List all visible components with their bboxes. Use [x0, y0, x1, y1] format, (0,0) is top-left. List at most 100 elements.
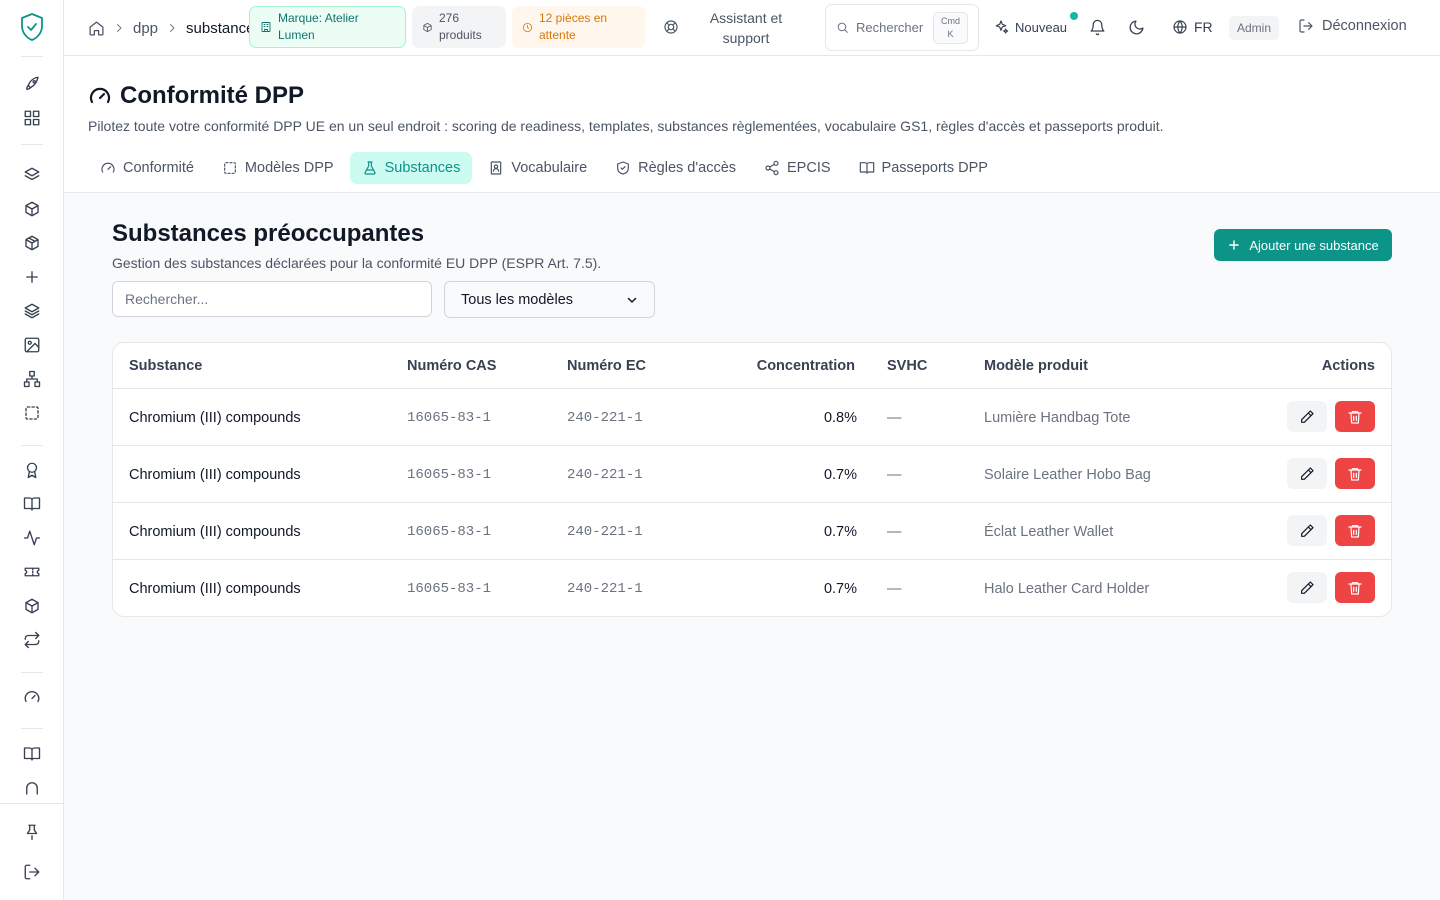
svhc-status: —	[887, 409, 902, 426]
substance-name: Chromium (III) compounds	[129, 466, 301, 483]
trash-icon	[1347, 523, 1363, 539]
activity-icon[interactable]	[22, 528, 42, 548]
tab-passeports-dpp[interactable]: Passeports DPP	[847, 152, 1000, 184]
layers-icon[interactable]	[22, 165, 42, 185]
edit-button[interactable]	[1287, 515, 1327, 546]
cas-number: 16065-83-1	[407, 466, 492, 483]
box-icon[interactable]	[22, 199, 42, 219]
cas-number: 16065-83-1	[407, 523, 492, 540]
pin-icon[interactable]	[22, 822, 42, 842]
image-icon[interactable]	[22, 335, 42, 355]
trash-icon	[1347, 409, 1363, 425]
breadcrumb-dpp[interactable]: dpp	[133, 20, 158, 37]
substances-table: Substance Numéro CAS Numéro EC Concentra…	[112, 342, 1392, 617]
repeat-icon[interactable]	[22, 630, 42, 650]
book-icon[interactable]	[22, 494, 42, 514]
table-row: Chromium (III) compounds 16065-83-1 240-…	[113, 502, 1391, 559]
ec-number: 240-221-1	[567, 580, 643, 597]
tab-epcis[interactable]: EPCIS	[752, 152, 843, 184]
new-indicator-dot	[1070, 12, 1078, 20]
stack-icon[interactable]	[22, 301, 42, 321]
edit-button[interactable]	[1287, 401, 1327, 432]
share-icon	[764, 160, 780, 176]
book-open-icon[interactable]	[22, 744, 42, 764]
page-subtitle: Pilotez toute votre conformité DPP UE en…	[88, 118, 1164, 134]
products-badge-label: 276 produits	[439, 11, 482, 42]
search-label: Rechercher	[856, 20, 924, 35]
ec-number: 240-221-1	[567, 409, 643, 426]
column-header-ec: Numéro EC	[567, 358, 646, 374]
global-search-button[interactable]: Rechercher Cmd K	[825, 4, 979, 51]
logout-icon	[1298, 18, 1314, 34]
tab-substances[interactable]: Substances	[349, 152, 473, 184]
rocket-icon[interactable]	[22, 74, 42, 94]
pencil-icon	[1299, 523, 1315, 539]
dashboard-icon[interactable]	[22, 108, 42, 128]
gauge-icon[interactable]	[22, 687, 42, 707]
svhc-status: —	[887, 580, 902, 597]
brand-badge[interactable]: Marque: Atelier Lumen	[249, 6, 406, 48]
logout-button[interactable]: Déconnexion	[1298, 18, 1407, 34]
model-filter-value: Tous les modèles	[461, 291, 574, 308]
cube-icon[interactable]	[22, 596, 42, 616]
delete-button[interactable]	[1335, 401, 1375, 432]
svhc-status: —	[887, 523, 902, 540]
substance-search-input[interactable]	[112, 281, 432, 317]
substance-name: Chromium (III) compounds	[129, 523, 301, 540]
delete-button[interactable]	[1335, 515, 1375, 546]
shortcut-hint: Cmd K	[933, 12, 968, 44]
dashed-square-icon	[222, 160, 238, 176]
products-badge[interactable]: 276 produits	[412, 6, 506, 48]
tab-vocabulaire[interactable]: Vocabulaire	[476, 152, 599, 184]
table-row: Chromium (III) compounds 16065-83-1 240-…	[113, 445, 1391, 502]
award-icon[interactable]	[22, 460, 42, 480]
breadcrumb: dpp substances	[88, 18, 262, 38]
tab-modeles-dpp[interactable]: Modèles DPP	[210, 152, 346, 184]
product-model: Halo Leather Card Holder	[984, 580, 1150, 597]
ec-number: 240-221-1	[567, 523, 643, 540]
column-header-svhc: SVHC	[887, 358, 928, 374]
edit-button[interactable]	[1287, 458, 1327, 489]
support-link[interactable]: Assistant et support	[694, 8, 798, 48]
chevron-right-icon	[113, 22, 125, 34]
concentration: 0.7%	[823, 523, 857, 540]
logout-icon[interactable]	[22, 862, 42, 882]
home-icon[interactable]	[88, 20, 105, 37]
tab-regles-acces[interactable]: Règles d'accès	[603, 152, 748, 184]
trash-icon	[1347, 466, 1363, 482]
pending-badge-label: 12 pièces en attente	[539, 11, 608, 42]
new-button[interactable]: Nouveau	[993, 19, 1067, 35]
column-header-concentration: Concentration	[756, 358, 855, 374]
arch-icon[interactable]	[22, 778, 42, 798]
delete-button[interactable]	[1335, 572, 1375, 603]
add-substance-button[interactable]: Ajouter une substance	[1214, 229, 1392, 261]
moon-icon[interactable]	[1128, 19, 1145, 36]
section-subtitle: Gestion des substances déclarées pour la…	[112, 255, 602, 271]
package-icon[interactable]	[22, 233, 42, 253]
dashed-square-icon[interactable]	[22, 403, 42, 423]
product-model: Éclat Leather Wallet	[984, 523, 1114, 540]
delete-button[interactable]	[1335, 458, 1375, 489]
topbar: dpp substances Marque: Atelier Lumen 276…	[64, 0, 1440, 56]
svhc-status: —	[887, 466, 902, 483]
network-icon[interactable]	[22, 369, 42, 389]
section-title: Substances préoccupantes	[112, 220, 425, 247]
pending-badge[interactable]: 12 pièces en attente	[512, 6, 645, 48]
concentration: 0.7%	[823, 466, 857, 483]
lifebuoy-icon[interactable]	[663, 19, 679, 35]
tab-bar: Conformité Modèles DPP Substances Vocabu…	[88, 152, 1004, 184]
edit-button[interactable]	[1287, 572, 1327, 603]
substance-name: Chromium (III) compounds	[129, 409, 301, 426]
column-header-model: Modèle produit	[984, 358, 1088, 374]
shield-logo-icon[interactable]	[19, 12, 45, 42]
concentration: 0.7%	[823, 580, 857, 597]
tab-conformite[interactable]: Conformité	[88, 152, 206, 184]
globe-icon	[1172, 19, 1188, 35]
ticket-icon[interactable]	[22, 562, 42, 582]
open-book-icon	[859, 160, 875, 176]
model-filter-select[interactable]: Tous les modèles	[444, 281, 655, 318]
bell-icon[interactable]	[1089, 19, 1106, 36]
plus-icon[interactable]	[22, 267, 42, 287]
language-switcher[interactable]: FR	[1172, 19, 1213, 35]
table-row: Chromium (III) compounds 16065-83-1 240-…	[113, 388, 1391, 445]
